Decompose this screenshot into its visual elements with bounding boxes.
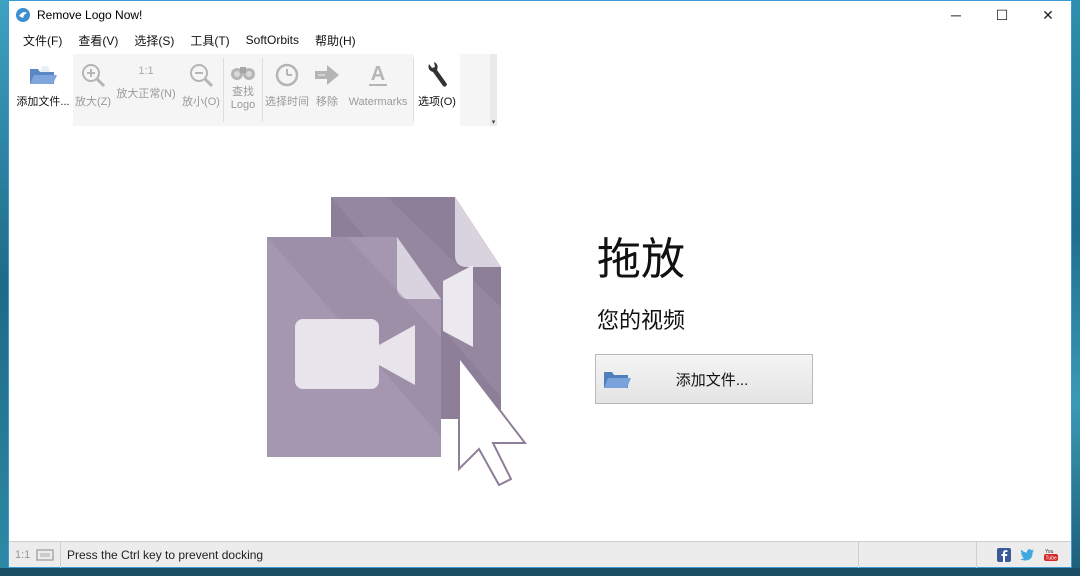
app-window: Remove Logo Now! ─ ☐ ✕ 文件(F) 查看(V) 选择(S)… — [8, 0, 1072, 568]
title-bar: Remove Logo Now! ─ ☐ ✕ — [9, 1, 1071, 29]
add-file-toolbar-button[interactable]: 添加文件... — [13, 54, 73, 126]
window-title: Remove Logo Now! — [37, 8, 143, 22]
zoom-in-label: 放大(Z) — [74, 96, 112, 108]
zoom-normal-label: 放大正常(N) — [116, 88, 176, 100]
watermarks-label: Watermarks — [348, 96, 408, 108]
status-zoom: 1:1 — [9, 541, 61, 568]
drop-subtitle: 您的视频 — [597, 308, 686, 333]
youtube-icon[interactable]: You Tube — [1043, 548, 1059, 562]
zoom-out-label: 放小(O) — [182, 96, 220, 108]
svg-text:Tube: Tube — [1046, 555, 1057, 561]
menu-file[interactable]: 文件(F) — [15, 32, 70, 49]
binoculars-icon — [231, 67, 255, 80]
watermarks-button[interactable]: A Watermarks — [343, 54, 413, 126]
find-logo-label-line2: Logo — [230, 99, 256, 111]
zoom-out-button[interactable]: 放小(O) — [179, 54, 223, 126]
status-empty-panel — [859, 541, 977, 568]
clock-icon — [275, 63, 299, 87]
menu-bar: 文件(F) 查看(V) 选择(S) 工具(T) SoftOrbits 帮助(H) — [9, 29, 1071, 51]
facebook-icon[interactable] — [997, 547, 1011, 562]
status-zoom-ratio: 1:1 — [15, 548, 31, 561]
options-button[interactable]: 选项(O) — [414, 54, 460, 126]
video-files-illustration — [267, 197, 528, 487]
status-message: Press the Ctrl key to prevent docking — [61, 541, 859, 568]
twitter-icon[interactable] — [1019, 548, 1035, 562]
window-controls: ─ ☐ ✕ — [933, 1, 1071, 29]
social-links: You Tube — [977, 542, 1071, 568]
wrench-icon — [428, 62, 447, 87]
toolbar-overflow-button[interactable]: ▾ — [490, 54, 497, 126]
add-file-button-label: 添加文件... — [675, 371, 749, 389]
select-time-label: 选择时间 — [265, 96, 309, 108]
toolbar: 添加文件... 放大(Z) 1:1 放大正常(N) 放小(O) 查找 Logo … — [13, 54, 497, 126]
desktop-taskbar-peek — [0, 568, 1080, 576]
close-button[interactable]: ✕ — [1025, 1, 1071, 29]
folder-open-icon — [30, 66, 57, 84]
menu-softorbits[interactable]: SoftOrbits — [238, 33, 307, 47]
zoom-normal-button[interactable]: 1:1 放大正常(N) — [113, 54, 179, 126]
text-a-icon: A — [369, 63, 387, 86]
menu-view[interactable]: 查看(V) — [70, 32, 126, 49]
minimize-button[interactable]: ─ — [933, 1, 979, 29]
drop-title: 拖放 — [597, 235, 685, 284]
menu-tools[interactable]: 工具(T) — [182, 32, 237, 49]
menu-select[interactable]: 选择(S) — [126, 32, 182, 49]
select-time-button[interactable]: 选择时间 — [263, 54, 311, 126]
folder-open-icon — [604, 372, 631, 388]
status-bar: 1:1 Press the Ctrl key to prevent dockin… — [9, 541, 1071, 568]
arrow-right-icon — [315, 65, 339, 85]
fit-screen-icon[interactable] — [36, 548, 55, 561]
find-logo-button[interactable]: 查找 Logo — [224, 54, 262, 126]
remove-label: 移除 — [316, 96, 338, 108]
add-file-label: 添加文件... — [16, 96, 70, 108]
desktop-background — [0, 0, 8, 576]
app-logo-icon — [16, 8, 30, 22]
zoom-in-button[interactable]: 放大(Z) — [73, 54, 113, 126]
svg-text:A: A — [371, 63, 385, 85]
zoom-out-icon — [190, 64, 214, 88]
add-file-button[interactable]: 添加文件... — [595, 354, 813, 404]
remove-button[interactable]: 移除 — [311, 54, 343, 126]
maximize-button[interactable]: ☐ — [979, 1, 1025, 29]
ratio-icon: 1:1 — [138, 65, 154, 77]
options-label: 选项(O) — [418, 96, 456, 108]
menu-help[interactable]: 帮助(H) — [307, 32, 364, 49]
zoom-in-icon — [82, 64, 106, 88]
find-logo-label-line1: 查找 — [232, 86, 254, 98]
